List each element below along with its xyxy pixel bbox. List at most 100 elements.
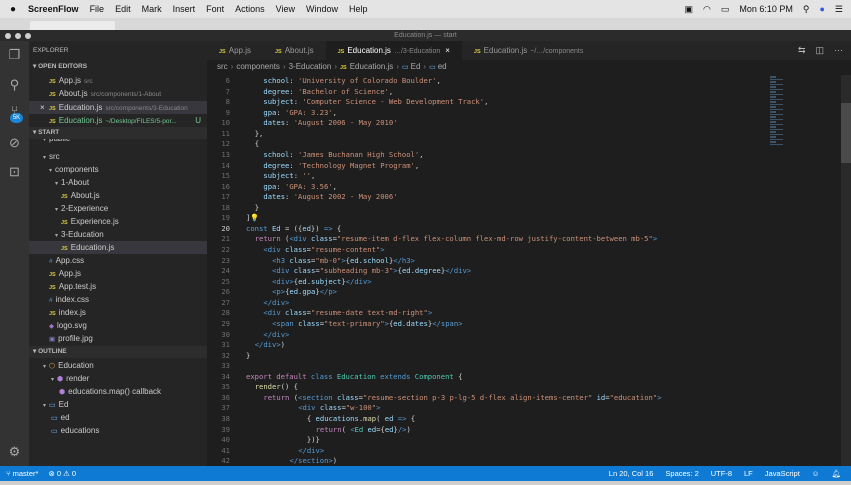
close-editor-icon[interactable]: × [40, 101, 45, 114]
breadcrumb-item[interactable]: ed [438, 62, 447, 71]
notifications-bell-icon[interactable]: 🔔︎ [831, 466, 841, 481]
screenflow-record-icon[interactable]: ▣ [684, 4, 693, 15]
code-line[interactable]: 18} [207, 203, 767, 214]
gear-icon[interactable]: ⚙ [7, 444, 22, 459]
code-line[interactable]: 14 degree: 'Technology Magnet Program', [207, 161, 767, 172]
code-line[interactable]: 29 <span class="text-primary">{ed.dates}<… [207, 319, 767, 330]
code-line[interactable]: 23 <h3 class="mb-0">{ed.school}</h3> [207, 256, 767, 267]
code-line[interactable]: 17 dates: 'August 2002 - May 2006' [207, 192, 767, 203]
menu-actions[interactable]: Actions [235, 4, 265, 14]
code-line[interactable]: 33 [207, 361, 767, 372]
tree-item[interactable]: ▾ components [29, 163, 207, 176]
code-line[interactable]: 38 { educations.map( ed => { [207, 414, 767, 425]
spotlight-search-icon[interactable]: ⚲ [803, 4, 810, 15]
tree-item[interactable]: JS App.js [29, 267, 207, 280]
code-line[interactable]: 15 subject: '', [207, 171, 767, 182]
close-tab-icon[interactable]: × [445, 46, 450, 55]
code-line[interactable]: 41 </div> [207, 446, 767, 457]
code-line[interactable]: 37 <div class="w-100"> [207, 403, 767, 414]
tree-item[interactable]: # index.css [29, 293, 207, 306]
open-editor-item[interactable]: × JS Education.js src/components/3-Educatio… [29, 100, 207, 114]
code-line[interactable]: 32} [207, 351, 767, 362]
siri-icon[interactable]: ● [819, 4, 824, 14]
code-line[interactable]: 22 <div class="resume-content"> [207, 245, 767, 256]
menu-edit[interactable]: Edit [115, 4, 131, 14]
search-icon[interactable]: ⚲ [7, 77, 22, 92]
indentation[interactable]: Spaces: 2 [665, 466, 698, 481]
tree-item[interactable]: JS Education.js [29, 241, 207, 254]
code-line[interactable]: 7 degree: 'Bachelor of Science', [207, 87, 767, 98]
code-line[interactable]: 28 <div class="resume-date text-md-right"… [207, 308, 767, 319]
code-line[interactable]: 30 </div> [207, 330, 767, 341]
split-editor-icon[interactable]: ◫ [815, 41, 824, 60]
outline-item[interactable]: ▭ ed [29, 411, 207, 424]
menu-file[interactable]: File [90, 4, 105, 14]
code-line[interactable]: 13 school: 'James Buchanan High School', [207, 150, 767, 161]
git-branch[interactable]: ⑂ master* [6, 466, 38, 481]
outline-item[interactable]: ▾ ▭ Ed [29, 398, 207, 411]
code-line[interactable]: 8 subject: 'Computer Science - Web Develo… [207, 97, 767, 108]
menu-mark[interactable]: Mark [142, 4, 162, 14]
minimap[interactable] [770, 75, 792, 145]
code-line[interactable]: 10 dates: 'August 2006 - May 2010' [207, 118, 767, 129]
tree-item[interactable]: ▾ 2-Experience [29, 202, 207, 215]
open-editor-item[interactable]: JS App.js src [29, 74, 207, 87]
code-line[interactable]: 20 const Ed = ({ed}) => { [207, 224, 767, 235]
code-line[interactable]: 19]💡 [207, 213, 767, 224]
tree-item[interactable]: JS About.js [29, 189, 207, 202]
debug-icon[interactable]: ⊘ [7, 135, 22, 150]
tree-item[interactable]: ▾public [29, 139, 207, 145]
menu-view[interactable]: View [276, 4, 295, 14]
open-editor-item[interactable]: JS Education.js ~/Desktop/FILES/5-por... U [29, 114, 207, 127]
tree-item[interactable]: ◆ logo.svg [29, 319, 207, 332]
tree-item[interactable]: ▾ 3-Education [29, 228, 207, 241]
menu-help[interactable]: Help [349, 4, 368, 14]
menu-insert[interactable]: Insert [173, 4, 196, 14]
scrollbar-thumb[interactable] [841, 103, 851, 163]
breadcrumb-item[interactable]: Ed [411, 62, 421, 71]
open-editors-header[interactable]: ▾ OPEN EDITORS [29, 61, 207, 73]
code-editor[interactable]: 6 school: 'University of Colorado Boulder… [207, 76, 767, 467]
code-line[interactable]: 11}, [207, 129, 767, 140]
code-line[interactable]: 40})} [207, 435, 767, 446]
code-line[interactable]: 16 gpa: 'GPA: 3.56', [207, 182, 767, 193]
tree-item[interactable]: JS index.js [29, 306, 207, 319]
code-line[interactable]: 34 export default class Education extends… [207, 372, 767, 383]
outline-item[interactable]: ▾ ⬡ Education [29, 359, 207, 372]
tab-app-js[interactable]: JS App.js [207, 41, 263, 60]
language-mode[interactable]: JavaScript [765, 466, 800, 481]
tree-item[interactable]: JS App.test.js [29, 280, 207, 293]
outline-item[interactable]: ▭ educations [29, 424, 207, 437]
code-line[interactable]: 27 </div> [207, 298, 767, 309]
editor-scrollbar[interactable] [841, 75, 851, 466]
extensions-icon[interactable]: ⊡ [7, 164, 22, 179]
problems-indicator[interactable]: ⊗ 0 ⚠ 0 [48, 466, 76, 481]
tree-item[interactable]: ▾ src [29, 150, 207, 163]
feedback-smiley-icon[interactable]: ☺ [812, 466, 820, 481]
open-editor-item[interactable]: JS About.js src/components/1-About [29, 87, 207, 100]
wifi-icon[interactable]: ◠ [703, 4, 711, 15]
menu-window[interactable]: Window [306, 4, 338, 14]
tab-education-js[interactable]: JS Education.js …/3-Education × [325, 41, 462, 60]
code-line[interactable]: 24 <div class="subheading mb-3">{ed.degre… [207, 266, 767, 277]
start-folder-header[interactable]: ▾ START [29, 127, 207, 139]
line-ending[interactable]: LF [744, 466, 753, 481]
battery-icon[interactable]: ▭ [721, 4, 730, 15]
code-line[interactable]: 31 </div>) [207, 340, 767, 351]
clock[interactable]: Mon 6:10 PM [739, 4, 793, 14]
minimize-window-button[interactable] [15, 33, 21, 39]
code-line[interactable]: 6 school: 'University of Colorado Boulder… [207, 76, 767, 87]
tab-education-js[interactable]: JS Education.js ~/…/components [462, 41, 595, 60]
code-line[interactable]: 39 return( <Ed ed={ed}/>) [207, 425, 767, 436]
more-actions-icon[interactable]: ··· [834, 41, 843, 60]
code-line[interactable]: 26 <p>{ed.gpa}</p> [207, 287, 767, 298]
code-line[interactable]: 35 render() { [207, 382, 767, 393]
encoding[interactable]: UTF-8 [711, 466, 732, 481]
code-line[interactable]: 36 return (<section class="resume-section… [207, 393, 767, 404]
outline-header[interactable]: ▾ OUTLINE [29, 346, 207, 358]
breadcrumb-item[interactable]: src [217, 62, 228, 71]
breadcrumb-item[interactable]: components [236, 62, 280, 71]
cursor-position[interactable]: Ln 20, Col 16 [609, 466, 654, 481]
code-line[interactable]: 25 <div>{ed.subject}</div> [207, 277, 767, 288]
notification-center-icon[interactable]: ☰ [835, 4, 843, 15]
